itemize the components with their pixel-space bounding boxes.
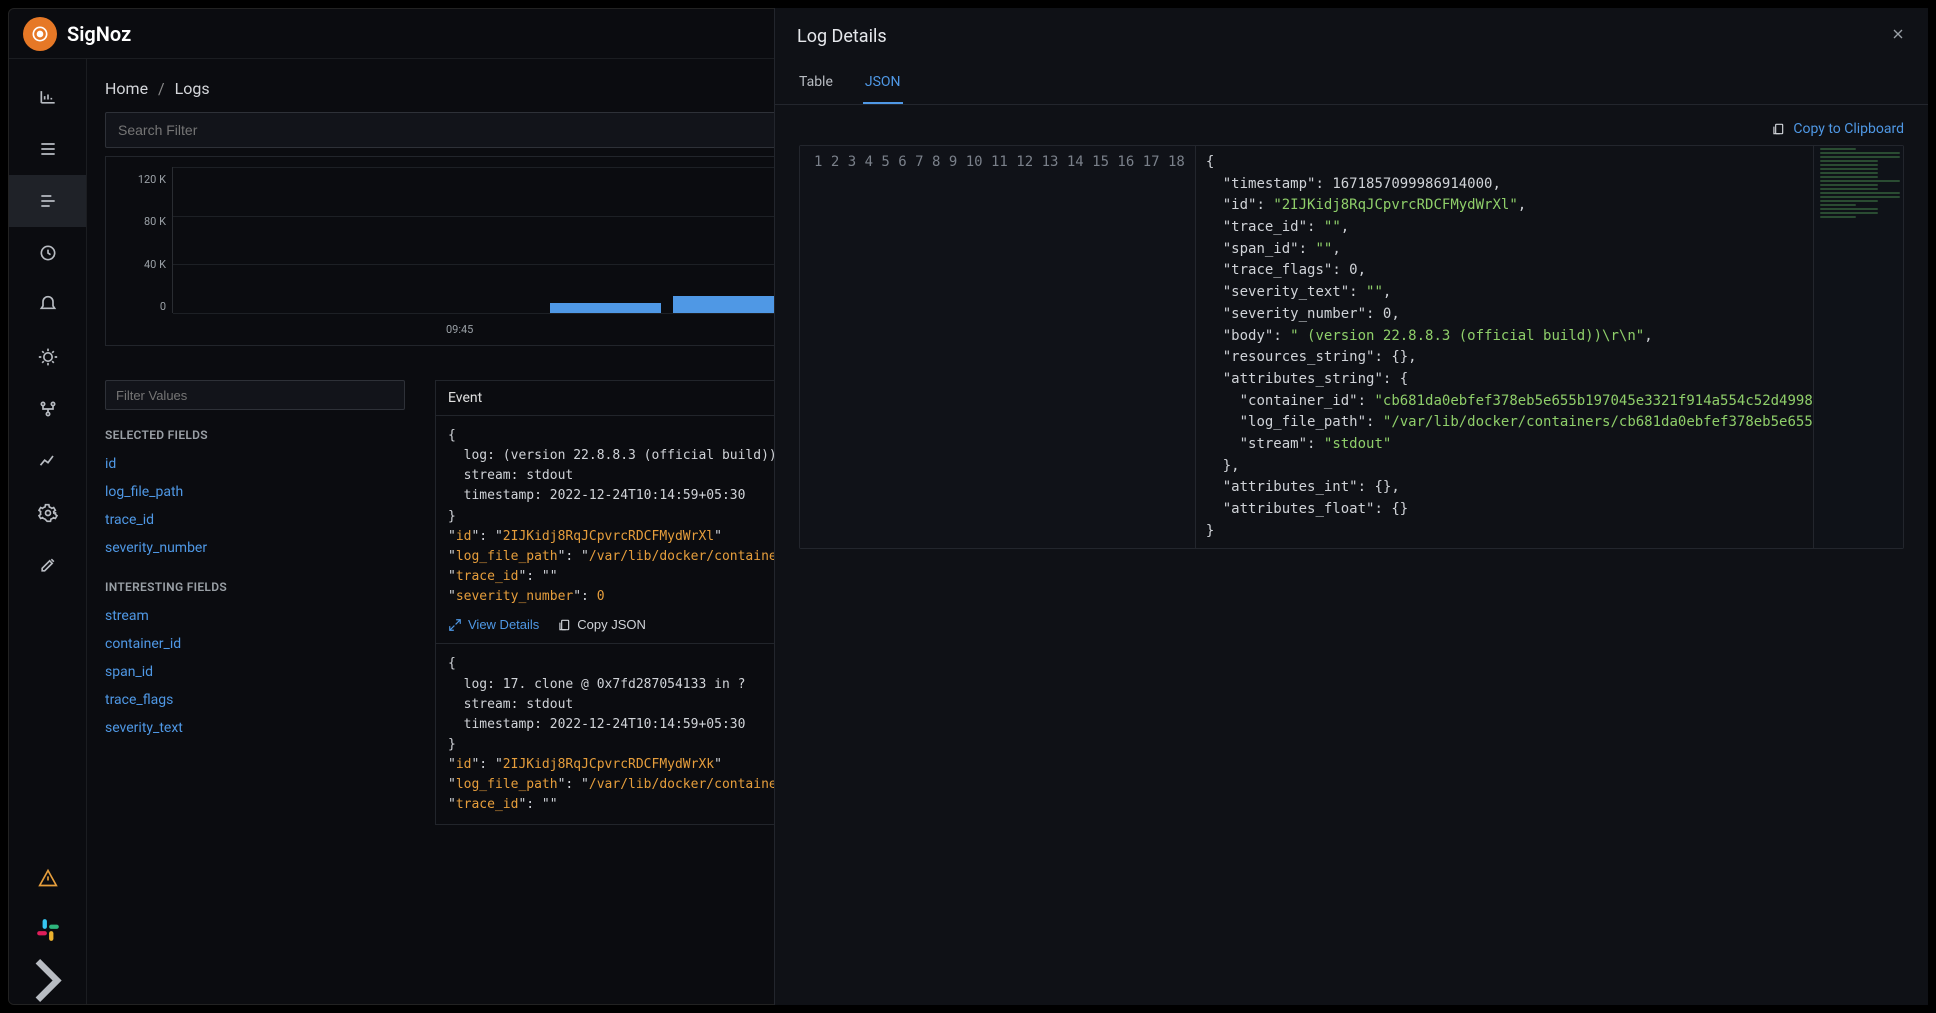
filter-values-input[interactable]	[105, 380, 405, 410]
expand-icon	[448, 618, 462, 632]
clipboard-icon	[1771, 122, 1785, 136]
interesting-fields-heading: INTERESTING FIELDS	[105, 580, 405, 594]
sidebar-item-instrument[interactable]	[9, 539, 86, 591]
chart-xtick: 09:45	[446, 323, 473, 336]
tab-json[interactable]: JSON	[863, 64, 903, 104]
drawer-header: Log Details	[775, 8, 1928, 64]
field-link[interactable]: id	[105, 450, 405, 478]
sidebar-item-metrics[interactable]	[9, 71, 86, 123]
chart-ytick: 0	[160, 300, 166, 313]
chart-ytick: 80 K	[144, 215, 166, 228]
log-details-drawer: Log Details Table JSON Copy to Clipboard…	[774, 8, 1928, 1005]
json-minimap[interactable]	[1813, 146, 1903, 548]
brand-name: SigNoz	[67, 22, 131, 46]
tab-table[interactable]: Table	[797, 64, 835, 104]
chart-bar[interactable]	[673, 296, 784, 313]
selected-fields-heading: SELECTED FIELDS	[105, 428, 405, 442]
view-details-button[interactable]: View Details	[448, 615, 539, 635]
sidebar-item-usage[interactable]	[9, 435, 86, 487]
chart-bar[interactable]	[550, 303, 661, 313]
field-link[interactable]: span_id	[105, 658, 405, 686]
sidebar-collapse-toggle[interactable]	[9, 956, 86, 1004]
drawer-title: Log Details	[797, 26, 887, 47]
sidebar-item-service-map[interactable]	[9, 383, 86, 435]
clipboard-icon	[557, 618, 571, 632]
field-link[interactable]: severity_number	[105, 534, 405, 562]
field-link[interactable]: trace_id	[105, 506, 405, 534]
breadcrumb-sep: /	[158, 79, 165, 98]
fields-sidebar: SELECTED FIELDS idlog_file_pathtrace_ids…	[105, 380, 405, 825]
copy-to-clipboard-label: Copy to Clipboard	[1793, 121, 1904, 137]
field-link[interactable]: severity_text	[105, 714, 405, 742]
field-link[interactable]: container_id	[105, 630, 405, 658]
chart-ytick: 120 K	[138, 173, 166, 186]
breadcrumb-home[interactable]: Home	[105, 79, 148, 98]
sidebar-item-dashboards[interactable]	[9, 227, 86, 279]
sidebar	[9, 59, 87, 1004]
field-link[interactable]: trace_flags	[105, 686, 405, 714]
sidebar-item-exceptions[interactable]	[9, 331, 86, 383]
field-link[interactable]: log_file_path	[105, 478, 405, 506]
sidebar-item-alerts[interactable]	[9, 279, 86, 331]
chart-y-axis: 120 K 80 K 40 K 0	[116, 167, 172, 341]
json-line-numbers: 1 2 3 4 5 6 7 8 9 10 11 12 13 14 15 16 1…	[800, 146, 1196, 548]
json-code[interactable]: { "timestamp": 1671857099986914000, "id"…	[1196, 146, 1813, 548]
chart-ytick: 40 K	[144, 258, 166, 271]
sidebar-item-logs[interactable]	[9, 175, 86, 227]
brand-logo-icon	[23, 17, 57, 51]
json-viewer: 1 2 3 4 5 6 7 8 9 10 11 12 13 14 15 16 1…	[799, 145, 1904, 549]
copy-json-button[interactable]: Copy JSON	[557, 615, 646, 635]
drawer-tabs: Table JSON	[775, 64, 1928, 105]
close-icon[interactable]	[1890, 26, 1906, 47]
sidebar-item-menu[interactable]	[9, 123, 86, 175]
field-link[interactable]: stream	[105, 602, 405, 630]
sidebar-item-settings[interactable]	[9, 487, 86, 539]
sidebar-item-warning[interactable]	[9, 852, 86, 904]
copy-to-clipboard-button[interactable]: Copy to Clipboard	[1771, 121, 1904, 137]
breadcrumb-current[interactable]: Logs	[175, 79, 210, 98]
